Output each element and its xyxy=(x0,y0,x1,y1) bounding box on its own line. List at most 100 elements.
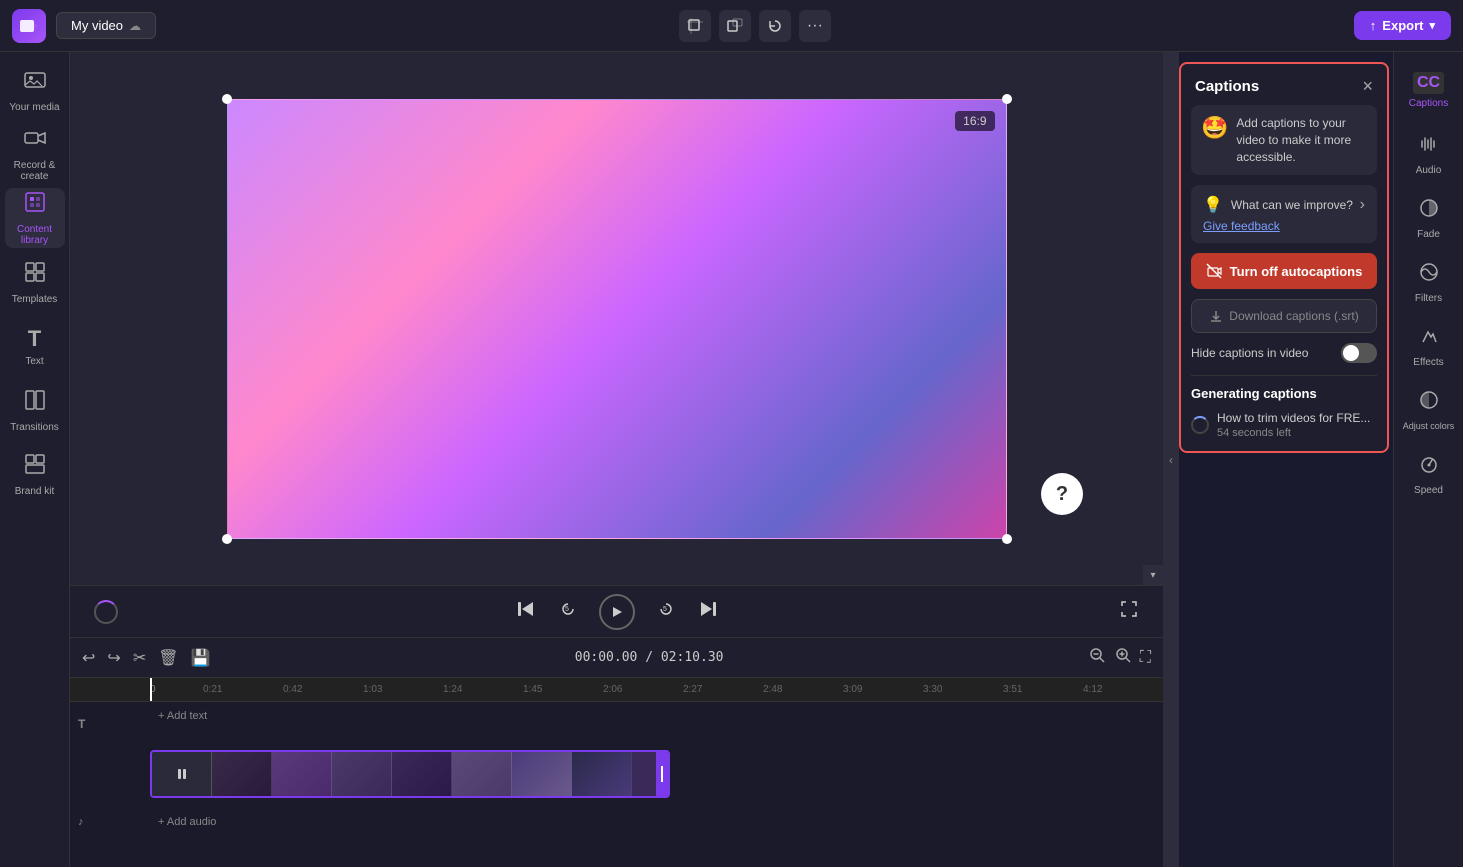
feedback-link[interactable]: Give feedback xyxy=(1203,219,1365,233)
sidebar-label-your-media: Your media xyxy=(9,102,59,113)
sidebar-item-audio[interactable]: Audio xyxy=(1399,124,1459,184)
forward-button[interactable]: 5 xyxy=(655,598,677,626)
collapse-right-arrow[interactable]: ‹ xyxy=(1163,52,1179,867)
audio-track-icon: ♪ xyxy=(78,816,84,828)
ruler-marks: 0 0:21 0:42 1:03 1:24 1:45 2:06 2:27 2:4… xyxy=(70,678,1163,701)
ratio-badge: 16:9 xyxy=(955,111,994,131)
effects-icon xyxy=(1418,325,1440,353)
save-clip-button[interactable]: 💾 xyxy=(191,648,211,668)
rewind-button[interactable]: 5 xyxy=(557,598,579,626)
sidebar-item-transitions[interactable]: Transitions xyxy=(5,380,65,440)
loading-indicator xyxy=(94,600,118,624)
text-track-icon: T xyxy=(78,717,85,731)
play-button[interactable] xyxy=(599,594,635,630)
feedback-label: What can we improve? xyxy=(1231,198,1353,212)
export-label: Export xyxy=(1382,18,1423,33)
sidebar-item-captions[interactable]: CC Captions xyxy=(1399,60,1459,120)
timeline-zoom-controls: ⛶ xyxy=(1088,646,1151,669)
zoom-out-button[interactable] xyxy=(1088,646,1106,669)
hide-captions-toggle[interactable] xyxy=(1341,343,1377,363)
timeline-area: ↩ ↪ ✂ 🗑 💾 00:00.00 / 02:10.30 xyxy=(70,637,1163,867)
clip-end-handle[interactable] xyxy=(656,752,668,796)
resize-button[interactable] xyxy=(719,10,751,42)
timeline-toolbar: ↩ ↪ ✂ 🗑 💾 00:00.00 / 02:10.30 xyxy=(70,638,1163,678)
corner-handle-tr[interactable] xyxy=(1002,94,1012,104)
audio-track-content[interactable]: + Add audio xyxy=(158,816,1155,828)
sidebar-item-record[interactable]: Record & create xyxy=(5,124,65,184)
feedback-row[interactable]: 💡 What can we improve? › xyxy=(1203,195,1365,215)
sidebar-item-content-library[interactable]: Content library xyxy=(5,188,65,248)
sidebar-item-adjust[interactable]: Adjust colors xyxy=(1399,380,1459,440)
sidebar-item-templates[interactable]: Templates xyxy=(5,252,65,312)
playback-bar: 5 5 xyxy=(70,585,1163,637)
ruler-mark-5: 1:45 xyxy=(523,684,603,695)
redo-button[interactable]: ↪ xyxy=(107,648,120,668)
sidebar-item-brand[interactable]: Brand kit xyxy=(5,444,65,504)
ruler-mark-10: 3:30 xyxy=(923,684,1003,695)
video-title: My video xyxy=(71,18,123,33)
download-captions-button[interactable]: Download captions (.srt) xyxy=(1191,299,1377,333)
panel-collapse-arrow[interactable]: ▾ xyxy=(1143,565,1163,585)
generating-spinner xyxy=(1191,416,1209,434)
clip-frame-2 xyxy=(272,752,332,796)
captions-close-button[interactable]: × xyxy=(1362,76,1373,97)
audio-icon xyxy=(1418,133,1440,161)
text-track-row: T + Add text xyxy=(70,706,1163,742)
more-button[interactable]: ··· xyxy=(799,10,831,42)
add-audio-button[interactable]: + Add audio xyxy=(158,816,216,828)
adjust-icon xyxy=(1418,389,1440,417)
sidebar-item-effects[interactable]: Effects xyxy=(1399,316,1459,376)
clip-frame-1 xyxy=(212,752,272,796)
rotate-button[interactable] xyxy=(759,10,791,42)
filters-icon xyxy=(1418,261,1440,289)
zoom-in-button[interactable] xyxy=(1114,646,1132,669)
corner-handle-tl[interactable] xyxy=(222,94,232,104)
audio-track-row: ♪ + Add audio xyxy=(70,806,1163,838)
sidebar-item-filters[interactable]: Filters xyxy=(1399,252,1459,312)
crop-button[interactable] xyxy=(679,10,711,42)
canvas-container[interactable]: 16:9 xyxy=(227,99,1007,539)
help-button[interactable]: ? xyxy=(1041,473,1083,515)
sidebar-item-speed[interactable]: Speed xyxy=(1399,444,1459,504)
turn-off-autocaptions-button[interactable]: Turn off autocaptions xyxy=(1191,253,1377,289)
clip-frame-3 xyxy=(332,752,392,796)
skip-back-button[interactable] xyxy=(515,598,537,626)
unsaved-icon: ☁ xyxy=(129,19,141,33)
delete-button[interactable]: 🗑 xyxy=(158,648,178,668)
fade-label: Fade xyxy=(1417,229,1440,240)
clip-frame-6 xyxy=(512,752,572,796)
sidebar-item-your-media[interactable]: Your media xyxy=(5,60,65,120)
add-text-button[interactable]: + Add text xyxy=(158,710,207,722)
content-library-icon xyxy=(23,190,47,220)
right-panel-area: Captions × 🤩 Add captions to your video … xyxy=(1179,52,1463,867)
fullscreen-button[interactable]: ⛶ xyxy=(1140,646,1151,669)
total-time: 02:10.30 xyxy=(661,650,724,665)
timeline-tracks: T + Add text xyxy=(70,702,1163,867)
expand-button[interactable] xyxy=(1119,599,1139,625)
skip-forward-button[interactable] xyxy=(697,598,719,626)
tip-text: Add captions to your video to make it mo… xyxy=(1236,115,1367,165)
clip-pause-handle xyxy=(152,752,212,796)
export-button[interactable]: ↑ Export ▾ xyxy=(1354,11,1451,40)
captions-panel: Captions × 🤩 Add captions to your video … xyxy=(1179,62,1389,453)
text-track-content[interactable]: + Add text xyxy=(158,710,1155,738)
sidebar-item-text[interactable]: T Text xyxy=(5,316,65,376)
captions-label: Captions xyxy=(1409,98,1448,109)
corner-handle-br[interactable] xyxy=(1002,534,1012,544)
text-icon: T xyxy=(28,326,41,352)
effects-label: Effects xyxy=(1413,357,1443,368)
speed-icon xyxy=(1418,453,1440,481)
video-clip[interactable] xyxy=(150,750,670,798)
current-time: 00:00.00 xyxy=(575,650,638,665)
left-sidebar: Your media Record & create xyxy=(0,52,70,867)
cut-button[interactable]: ✂ xyxy=(133,648,146,668)
sidebar-item-fade[interactable]: Fade xyxy=(1399,188,1459,248)
fade-icon xyxy=(1418,197,1440,225)
hide-captions-row: Hide captions in video xyxy=(1191,343,1377,363)
undo-button[interactable]: ↩ xyxy=(82,648,95,668)
speed-label: Speed xyxy=(1414,485,1443,496)
playhead[interactable] xyxy=(150,678,152,701)
corner-handle-bl[interactable] xyxy=(222,534,232,544)
video-title-tab[interactable]: My video ☁ xyxy=(56,12,156,39)
generating-time-left: 54 seconds left xyxy=(1217,427,1370,439)
